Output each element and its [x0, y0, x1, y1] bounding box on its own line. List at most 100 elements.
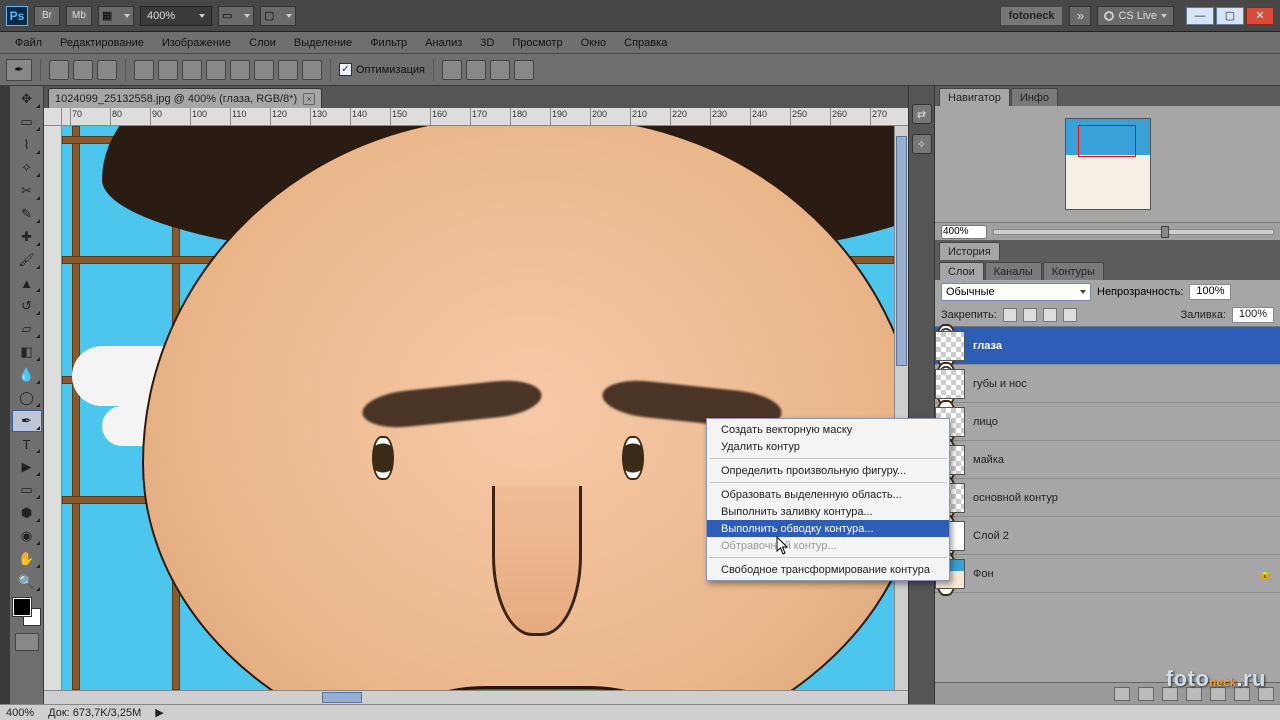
tool-shape[interactable]: ▭: [12, 479, 42, 501]
layer-thumbnail[interactable]: [935, 369, 965, 399]
menu-layer[interactable]: Слои: [240, 37, 285, 49]
vertical-ruler[interactable]: [44, 126, 62, 690]
ruler-origin[interactable]: [44, 108, 62, 126]
minimize-button[interactable]: —: [1186, 7, 1214, 25]
context-menu-item[interactable]: Выполнить обводку контура...: [707, 520, 949, 537]
screenmode-dropdown[interactable]: ▢: [260, 6, 296, 26]
tab-layers[interactable]: Слои: [939, 262, 984, 280]
layer-row[interactable]: Фон🔒: [935, 555, 1280, 593]
layer-thumbnail[interactable]: [935, 331, 965, 361]
tool-crop[interactable]: ✂: [12, 180, 42, 202]
layer-row[interactable]: Слой 2: [935, 517, 1280, 555]
lock-pixels[interactable]: [1023, 308, 1037, 322]
navigator-thumbnail[interactable]: [1065, 118, 1151, 210]
view-extras-dropdown[interactable]: ▦: [98, 6, 134, 26]
tool-eraser[interactable]: ▱: [12, 318, 42, 340]
tool-lasso[interactable]: ⌇: [12, 134, 42, 156]
opt-path-mode-2[interactable]: [73, 60, 93, 80]
menu-window[interactable]: Окно: [572, 37, 616, 49]
opt-shape-line[interactable]: [278, 60, 298, 80]
tool-marquee[interactable]: ▭: [12, 111, 42, 133]
opt-combine-sub[interactable]: [466, 60, 486, 80]
maximize-button[interactable]: ▢: [1216, 7, 1244, 25]
vertical-scrollbar[interactable]: [894, 126, 908, 690]
layer-row[interactable]: лицо: [935, 403, 1280, 441]
tool-zoom[interactable]: 🔍: [12, 571, 42, 593]
horizontal-ruler[interactable]: 7080901001101201301401501601701801902002…: [62, 108, 908, 126]
layer-row[interactable]: майка: [935, 441, 1280, 479]
tool-history-brush[interactable]: ↺: [12, 295, 42, 317]
status-zoom[interactable]: 400%: [6, 707, 34, 719]
layers-trash-icon[interactable]: [1258, 687, 1274, 701]
tool-gradient[interactable]: ◧: [12, 341, 42, 363]
tab-channels[interactable]: Каналы: [985, 262, 1042, 280]
layers-group-icon[interactable]: [1210, 687, 1226, 701]
layers-link-icon[interactable]: [1114, 687, 1130, 701]
layers-mask-icon[interactable]: [1162, 687, 1178, 701]
tool-dodge[interactable]: ◯: [12, 387, 42, 409]
layer-row[interactable]: 👁губы и нос: [935, 365, 1280, 403]
tool-stamp[interactable]: ▲: [12, 272, 42, 294]
opt-shape-roundrect[interactable]: [206, 60, 226, 80]
tool-pen[interactable]: ✒: [12, 410, 42, 432]
tab-info[interactable]: Инфо: [1011, 88, 1058, 106]
opt-shape-ellipse[interactable]: [230, 60, 250, 80]
tool-type[interactable]: T: [12, 433, 42, 455]
opt-combine-xor[interactable]: [514, 60, 534, 80]
navigator-zoom-slider[interactable]: [993, 229, 1274, 235]
menu-image[interactable]: Изображение: [153, 37, 240, 49]
blend-mode-dropdown[interactable]: Обычные: [941, 283, 1091, 301]
tab-navigator[interactable]: Навигатор: [939, 88, 1010, 106]
menu-filter[interactable]: Фильтр: [361, 37, 416, 49]
opt-shape-rect[interactable]: [182, 60, 202, 80]
document-tab-close[interactable]: ×: [303, 93, 315, 105]
status-doc-size[interactable]: Док: 673,7K/3,25M: [48, 707, 141, 719]
tool-hand[interactable]: ✋: [12, 548, 42, 570]
context-menu-item[interactable]: Образовать выделенную область...: [707, 486, 949, 503]
tool-3dcam[interactable]: ◉: [12, 525, 42, 547]
dock-icon-1[interactable]: ⇄: [912, 104, 932, 124]
tool-wand[interactable]: ✧: [12, 157, 42, 179]
tab-history[interactable]: История: [939, 242, 1000, 260]
tool-path-select[interactable]: ▶: [12, 456, 42, 478]
workspace-button[interactable]: fotoneck: [1000, 6, 1064, 26]
lock-transparent[interactable]: [1003, 308, 1017, 322]
document-tab[interactable]: 1024099_25132558.jpg @ 400% (глаза, RGB/…: [48, 88, 322, 108]
opt-autoadd-checkbox[interactable]: ✓Оптимизация: [339, 63, 425, 76]
cslive-button[interactable]: CS Live: [1097, 6, 1174, 26]
workspace-more-button[interactable]: »: [1069, 6, 1091, 26]
navigator-zoom-input[interactable]: [941, 225, 987, 239]
close-button[interactable]: ✕: [1246, 7, 1274, 25]
tool-eyedropper[interactable]: ✎: [12, 203, 42, 225]
opt-shape-freeform[interactable]: [158, 60, 178, 80]
opt-path-mode-1[interactable]: [49, 60, 69, 80]
tool-move[interactable]: ✥: [12, 88, 42, 110]
arrange-dropdown[interactable]: ▭: [218, 6, 254, 26]
fill-input[interactable]: 100%: [1232, 307, 1274, 323]
navigator-panel[interactable]: [935, 106, 1280, 222]
tab-paths[interactable]: Контуры: [1043, 262, 1104, 280]
layers-new-icon[interactable]: [1234, 687, 1250, 701]
canvas[interactable]: [62, 126, 894, 690]
zoom-dropdown[interactable]: 400%: [140, 6, 212, 26]
tool-blur[interactable]: 💧: [12, 364, 42, 386]
layer-row[interactable]: 👁глаза: [935, 327, 1280, 365]
menu-edit[interactable]: Редактирование: [51, 37, 153, 49]
menu-3d[interactable]: 3D: [471, 37, 503, 49]
horizontal-scrollbar[interactable]: [62, 691, 908, 704]
layers-fx-icon[interactable]: [1138, 687, 1154, 701]
photoshop-icon[interactable]: Ps: [6, 6, 28, 26]
opt-shape-pen[interactable]: [134, 60, 154, 80]
quick-mask-button[interactable]: [15, 633, 39, 651]
menu-analysis[interactable]: Анализ: [416, 37, 471, 49]
tool-brush[interactable]: 🖌: [12, 249, 42, 271]
opt-path-mode-3[interactable]: [97, 60, 117, 80]
context-menu-item[interactable]: Свободное трансформирование контура: [707, 561, 949, 578]
lock-position[interactable]: [1043, 308, 1057, 322]
layers-adjust-icon[interactable]: [1186, 687, 1202, 701]
menu-help[interactable]: Справка: [615, 37, 676, 49]
tool-heal[interactable]: ✚: [12, 226, 42, 248]
opt-combine-int[interactable]: [490, 60, 510, 80]
layer-row[interactable]: основной контур: [935, 479, 1280, 517]
menu-file[interactable]: Файл: [6, 37, 51, 49]
